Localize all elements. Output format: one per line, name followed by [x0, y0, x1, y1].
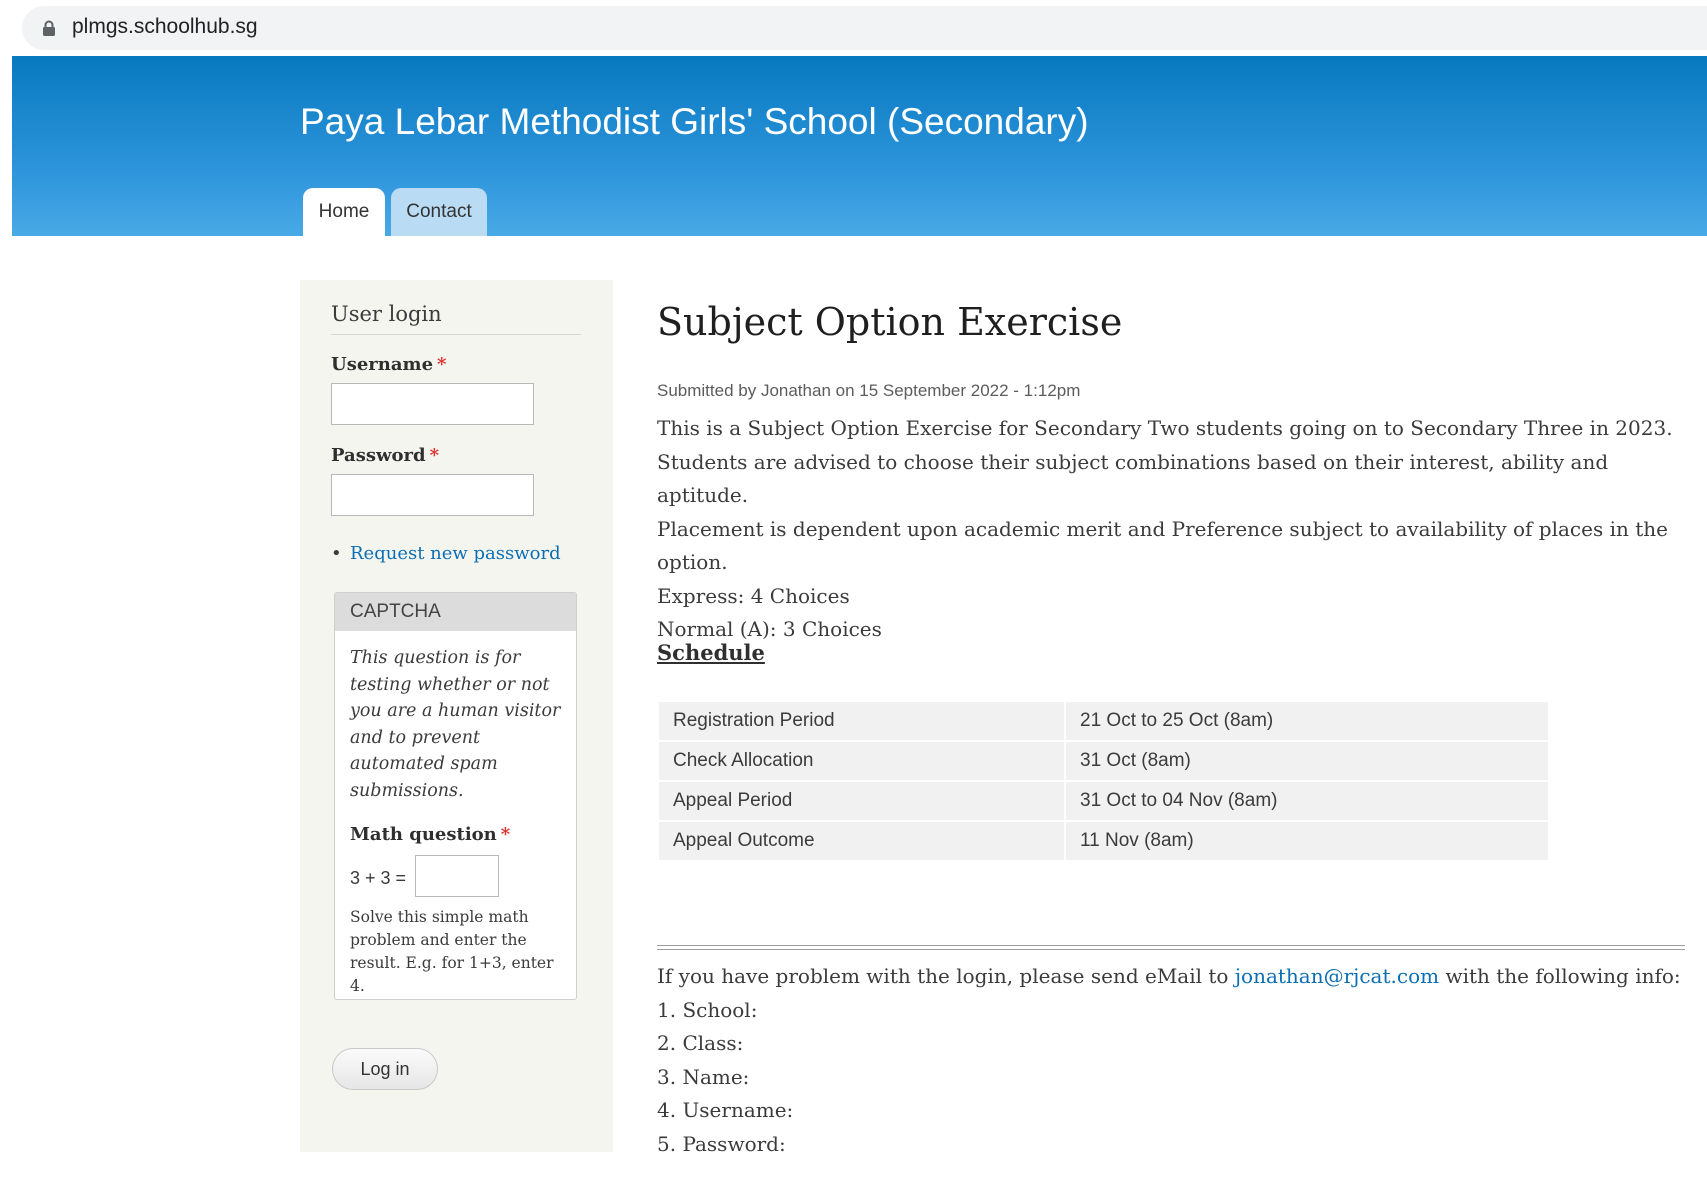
support-email-link[interactable]: jonathan@rjcat.com [1235, 964, 1439, 988]
list-item: 4. Username: [657, 1098, 794, 1122]
submitted-info: Submitted by Jonathan on 15 September 20… [657, 381, 1081, 400]
login-help-suffix: with the following info: [1445, 964, 1681, 988]
math-question-label-text: Math question [350, 824, 497, 845]
bullet-icon: • [331, 543, 342, 564]
schedule-date: 11 Nov (8am) [1066, 822, 1548, 860]
user-login-block: User login Username * Password * • Request… [300, 280, 613, 1152]
list-item: 1. School: [657, 997, 758, 1022]
schedule-heading: Schedule [657, 640, 765, 665]
page-title: Subject Option Exercise [657, 300, 1123, 344]
table-row: Check Allocation 31 Oct (8am) [659, 742, 1548, 780]
log-in-button[interactable]: Log in [332, 1048, 438, 1090]
express-choices: Express: 4 Choices [657, 583, 850, 608]
paragraph-intro: This is a Subject Option Exercise for Se… [657, 416, 1673, 440]
login-help-prefix: If you have problem with the login, plea… [657, 964, 1229, 988]
schedule-event: Registration Period [659, 702, 1064, 740]
normal-choices: Normal (A): 3 Choices [657, 617, 882, 641]
login-help-section: If you have problem with the login, plea… [657, 960, 1702, 1161]
math-help-text: Solve this simple math problem and enter… [350, 908, 554, 995]
tab-contact[interactable]: Contact [391, 188, 487, 236]
password-label-text: Password [331, 445, 426, 466]
password-label: Password * [331, 445, 439, 466]
math-question-label: Math question * [350, 824, 510, 845]
paragraph-placement: Placement is dependent upon academic mer… [657, 516, 1668, 575]
login-help-line: If you have problem with the login, plea… [657, 960, 1702, 994]
paragraph-advice: Students are advised to choose their sub… [657, 449, 1609, 508]
list-item: 2. Class: [657, 1031, 744, 1055]
required-mark: * [437, 354, 447, 375]
table-row: Appeal Period 31 Oct to 04 Nov (8am) [659, 782, 1548, 820]
schedule-table: Registration Period 21 Oct to 25 Oct (8a… [657, 700, 1550, 862]
request-new-password-link[interactable]: Request new password [350, 543, 561, 564]
site-name[interactable]: Paya Lebar Methodist Girls' School (Seco… [300, 101, 1089, 143]
required-mark: * [429, 445, 439, 466]
lock-icon[interactable] [42, 20, 56, 36]
address-bar[interactable]: plmgs.schoolhub.sg [22, 6, 1707, 50]
user-login-title: User login [331, 302, 581, 335]
list-item: 3. Name: [657, 1064, 750, 1089]
username-label: Username * [331, 354, 446, 375]
password-input[interactable] [331, 474, 534, 516]
captcha-fieldset: CAPTCHA This question is for testing whe… [334, 592, 577, 1000]
schedule-date: 31 Oct (8am) [1066, 742, 1548, 780]
table-row: Appeal Outcome 11 Nov (8am) [659, 822, 1548, 860]
schedule-event: Appeal Period [659, 782, 1064, 820]
tab-home[interactable]: Home [303, 188, 385, 236]
required-mark: * [500, 824, 511, 845]
site-header: Paya Lebar Methodist Girls' School (Seco… [12, 56, 1707, 236]
schedule-event: Appeal Outcome [659, 822, 1064, 860]
captcha-legend: CAPTCHA [335, 593, 576, 631]
math-answer-input[interactable] [415, 855, 499, 897]
table-row: Registration Period 21 Oct to 25 Oct (8a… [659, 702, 1548, 740]
captcha-description: This question is for testing whether or … [350, 648, 561, 801]
article-body: This is a Subject Option Exercise for Se… [657, 412, 1697, 647]
schedule-event: Check Allocation [659, 742, 1064, 780]
horizontal-divider [657, 945, 1685, 950]
username-label-text: Username [331, 354, 434, 375]
username-input[interactable] [331, 383, 534, 425]
schedule-date: 31 Oct to 04 Nov (8am) [1066, 782, 1548, 820]
list-item: 5. Password: [657, 1131, 786, 1156]
math-expression: 3 + 3 = [350, 868, 407, 888]
schedule-date: 21 Oct to 25 Oct (8am) [1066, 702, 1548, 740]
url-text[interactable]: plmgs.schoolhub.sg [72, 15, 258, 39]
